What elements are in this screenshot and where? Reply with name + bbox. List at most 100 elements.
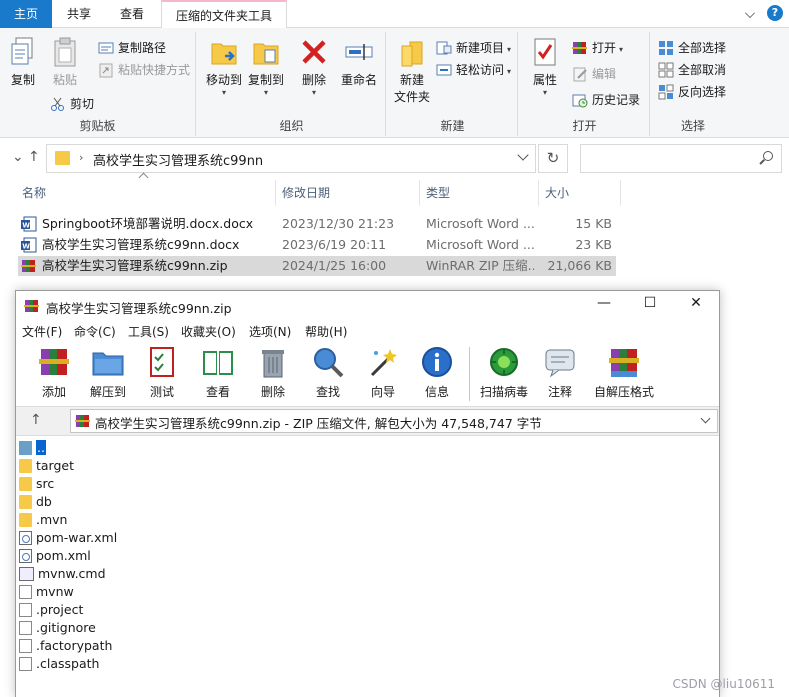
minimize-button[interactable]: — xyxy=(581,295,627,317)
collapse-ribbon-chevron-icon[interactable] xyxy=(745,8,755,18)
extract-to-button[interactable]: 解压到 xyxy=(82,345,134,400)
comment-icon xyxy=(545,349,575,378)
file-icon xyxy=(19,603,32,617)
list-item-parent[interactable]: .. xyxy=(19,439,46,457)
file-row[interactable]: W 高校学生实习管理系统c99nn.docx 2023/6/19 20:11 M… xyxy=(18,235,616,255)
menu-tools[interactable]: 工具(S) xyxy=(128,323,169,340)
copy-button-label: 复制 xyxy=(10,73,35,87)
winrar-title-bar[interactable]: 高校学生实习管理系统c99nn.zip — ☐ ✕ xyxy=(16,291,719,321)
tab-share[interactable]: 共享 xyxy=(54,0,104,28)
address-path[interactable]: 高校学生实习管理系统c99nn xyxy=(93,150,263,169)
list-item[interactable]: mvnw.cmd xyxy=(19,565,106,583)
clipboard-group: 复制 粘贴 复制路径 粘贴快捷方式 剪切 剪贴板 xyxy=(0,32,196,136)
history-button[interactable]: 历史记录 xyxy=(572,90,640,110)
column-divider[interactable] xyxy=(419,180,420,206)
new-item-button[interactable]: 新建项目 ▾ xyxy=(436,38,511,58)
list-item[interactable]: .classpath xyxy=(19,655,99,673)
menu-options[interactable]: 选项(N) xyxy=(249,323,291,340)
new-folder-icon xyxy=(401,41,423,67)
delete-button[interactable]: 删除 ▾ xyxy=(296,36,332,97)
new-folder-button[interactable]: 新建 文件夹 xyxy=(392,36,432,105)
copy-to-label: 复制到 xyxy=(247,73,284,87)
properties-button[interactable]: 属性 ▾ xyxy=(526,36,564,97)
list-item[interactable]: src xyxy=(19,475,54,493)
open-button[interactable]: 打开 ▾ xyxy=(572,38,623,58)
select-none-button[interactable]: 全部取消 xyxy=(658,60,726,80)
list-item[interactable]: target xyxy=(19,457,74,475)
search-input[interactable] xyxy=(580,144,782,173)
address-bar[interactable]: › 高校学生实习管理系统c99nn xyxy=(46,144,536,173)
close-icon: ✕ xyxy=(690,295,702,311)
tab-view[interactable]: 查看 xyxy=(106,0,158,28)
column-divider[interactable] xyxy=(275,180,276,206)
invert-selection-icon xyxy=(658,84,674,100)
view-button[interactable]: 查看 xyxy=(192,345,244,400)
column-header-size[interactable]: 大小 xyxy=(545,180,569,206)
list-item[interactable]: .mvn xyxy=(19,511,67,529)
sfx-button[interactable]: 自解压格式 xyxy=(590,345,658,400)
info-button[interactable]: 信息 xyxy=(411,345,463,400)
cut-button[interactable]: 剪切 xyxy=(50,94,94,114)
list-item[interactable]: .gitignore xyxy=(19,619,96,637)
refresh-button[interactable]: ↻ xyxy=(538,144,568,173)
select-all-button[interactable]: 全部选择 xyxy=(658,38,726,58)
organize-group-label: 组织 xyxy=(279,119,304,133)
rename-label: 重命名 xyxy=(340,73,377,87)
parent-folder-arrow-icon[interactable]: ↑ xyxy=(30,412,42,428)
help-icon[interactable]: ? xyxy=(767,5,783,21)
menu-favorites[interactable]: 收藏夹(O) xyxy=(181,323,236,340)
file-icon xyxy=(19,621,32,635)
tab-compressed-folder-tools[interactable]: 压缩的文件夹工具 xyxy=(161,0,287,28)
xml-file-icon xyxy=(19,549,32,563)
paste-button[interactable]: 粘贴 xyxy=(46,36,84,88)
list-item[interactable]: .project xyxy=(19,601,83,619)
comment-button[interactable]: 注释 xyxy=(534,345,586,400)
list-item[interactable]: mvnw xyxy=(19,583,74,601)
word-icon: W xyxy=(21,237,37,253)
file-row-selected[interactable]: 高校学生实习管理系统c99nn.zip 2024/1/25 16:00 WinR… xyxy=(18,256,616,276)
find-button[interactable]: 查找 xyxy=(302,345,354,400)
menu-help[interactable]: 帮助(H) xyxy=(305,323,347,340)
scan-virus-button[interactable]: 扫描病毒 xyxy=(474,345,534,400)
file-size: 23 KB xyxy=(575,237,612,252)
close-button[interactable]: ✕ xyxy=(673,295,719,317)
menu-file[interactable]: 文件(F) xyxy=(22,323,62,340)
winrar-path-dropdown[interactable]: 高校学生实习管理系统c99nn.zip - ZIP 压缩文件, 解包大小为 47… xyxy=(70,409,718,433)
rename-button[interactable]: 重命名 xyxy=(336,36,382,88)
wizard-button[interactable]: 向导 xyxy=(357,345,409,400)
test-button[interactable]: 测试 xyxy=(136,345,188,400)
list-item-label: db xyxy=(36,494,52,509)
list-item[interactable]: .factorypath xyxy=(19,637,112,655)
column-divider[interactable] xyxy=(620,180,621,206)
up-arrow-icon[interactable]: ↑ xyxy=(28,149,40,165)
list-item[interactable]: pom-war.xml xyxy=(19,529,117,547)
edit-button[interactable]: 编辑 xyxy=(572,64,616,84)
maximize-button[interactable]: ☐ xyxy=(627,295,673,317)
copy-to-button[interactable]: 复制到 ▾ xyxy=(246,36,286,97)
tab-home[interactable]: 主页 xyxy=(0,0,52,28)
invert-selection-button[interactable]: 反向选择 xyxy=(658,82,726,102)
recent-locations-chevron-icon[interactable]: ⌄ xyxy=(12,149,24,165)
cmd-file-icon xyxy=(19,567,34,581)
menu-commands[interactable]: 命令(C) xyxy=(74,323,116,340)
list-item-label: pom-war.xml xyxy=(36,530,118,545)
list-item[interactable]: pom.xml xyxy=(19,547,91,565)
breadcrumb-separator-icon[interactable]: › xyxy=(79,151,83,164)
easy-access-button[interactable]: 轻松访问 ▾ xyxy=(436,60,511,80)
paste-shortcut-button[interactable]: 粘贴快捷方式 xyxy=(98,60,190,80)
column-header-type[interactable]: 类型 xyxy=(426,180,450,206)
open-dropdown-icon: ▾ xyxy=(619,45,624,54)
column-header-name[interactable]: 名称 xyxy=(22,180,46,206)
copy-button[interactable]: 复制 xyxy=(6,36,40,88)
address-dropdown-icon[interactable] xyxy=(517,149,529,161)
move-to-button[interactable]: 移动到 ▾ xyxy=(204,36,244,97)
list-item[interactable]: db xyxy=(19,493,52,511)
winrar-delete-button[interactable]: 删除 xyxy=(247,345,299,400)
add-button[interactable]: 添加 xyxy=(28,345,80,400)
file-row[interactable]: W Springboot环境部署说明.docx.docx 2023/12/30 … xyxy=(18,214,616,234)
path-dropdown-icon[interactable] xyxy=(700,413,711,424)
column-header-date[interactable]: 修改日期 xyxy=(282,180,330,206)
move-to-label: 移动到 xyxy=(205,73,242,87)
copy-path-button[interactable]: 复制路径 xyxy=(98,38,166,58)
column-divider[interactable] xyxy=(538,180,539,206)
